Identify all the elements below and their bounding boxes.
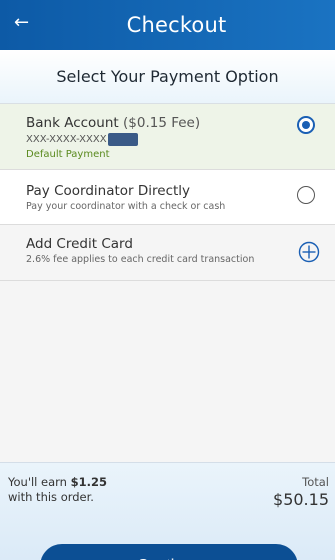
add-circle-icon[interactable] [298, 241, 320, 263]
masked-account-number: XXX-XXXX-XXXX [26, 134, 107, 145]
bank-title-row: Bank Account ($0.15 Fee) [26, 115, 335, 131]
coordinator-subtitle: Pay your coordinator with a check or cas… [26, 201, 226, 212]
total-value: $50.15 [273, 490, 329, 509]
app-header: ← Checkout [0, 0, 335, 50]
page-title: Checkout [126, 13, 227, 37]
radio-bank-selected[interactable] [297, 116, 315, 134]
redacted-digits [107, 133, 138, 146]
total-label: Total [302, 475, 329, 489]
earn-suffix: with this order. [8, 490, 94, 504]
section-title: Select Your Payment Option [56, 67, 279, 86]
radio-coordinator[interactable] [297, 186, 315, 204]
bank-fee: ($0.15 Fee) [123, 115, 201, 131]
back-arrow-icon[interactable]: ← [14, 10, 38, 36]
credit-card-subtitle: 2.6% fee applies to each credit card tra… [26, 254, 255, 265]
default-payment-label: Default Payment [26, 149, 110, 160]
payment-option-bank[interactable]: Bank Account ($0.15 Fee) XXX-XXXX-XXXX D… [0, 104, 335, 170]
credit-card-title: Add Credit Card [26, 236, 133, 252]
continue-button[interactable]: Continue [40, 544, 298, 560]
coordinator-title: Pay Coordinator Directly [26, 183, 191, 199]
bank-account-number: XXX-XXXX-XXXX [26, 133, 335, 146]
payment-option-coordinator[interactable]: Pay Coordinator Directly Pay your coordi… [0, 170, 335, 225]
earn-summary: You'll earn $1.25 with this order. [8, 475, 148, 505]
earn-amount: $1.25 [70, 475, 108, 489]
section-header: Select Your Payment Option [0, 50, 335, 104]
bank-title: Bank Account [26, 115, 119, 131]
earn-prefix: You'll earn [8, 475, 67, 489]
payment-option-credit-card[interactable]: Add Credit Card 2.6% fee applies to each… [0, 225, 335, 281]
